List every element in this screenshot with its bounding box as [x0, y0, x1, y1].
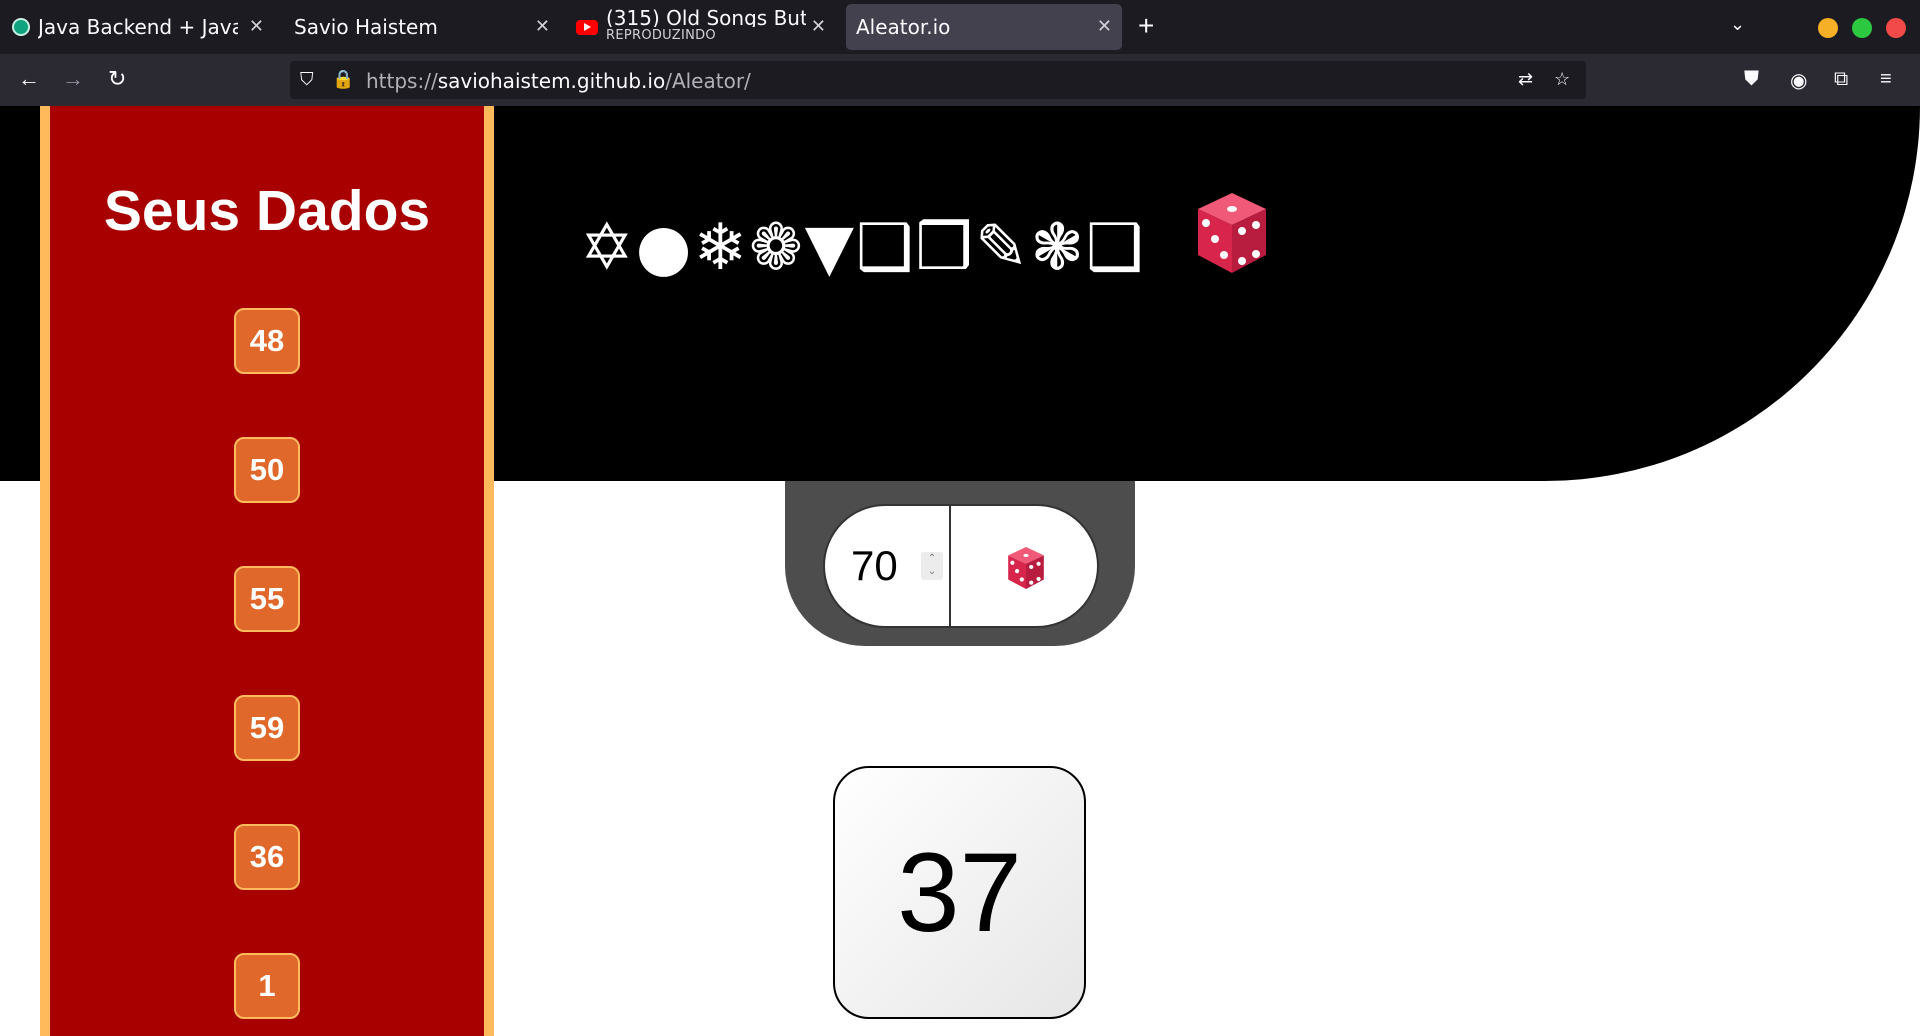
- page-content: ✡●❄❁▼❑❒✎❃❑ Seus Dados 48 50 55 59 36 1 ⌃…: [0, 106, 1920, 1036]
- dice-icon: [1197, 193, 1266, 273]
- account-icon[interactable]: ◉: [1790, 68, 1807, 93]
- close-tab-icon[interactable]: ✕: [249, 16, 264, 37]
- minimize-button[interactable]: [1818, 18, 1838, 38]
- tab-java-backend[interactable]: Java Backend + JavaSc ✕: [12, 4, 274, 50]
- lock-icon[interactable]: 🔒: [332, 69, 354, 90]
- close-tab-icon[interactable]: ✕: [811, 16, 826, 37]
- maximize-button[interactable]: [1852, 18, 1872, 38]
- site-logo: ✡●❄❁▼❑❒✎❃❑: [580, 191, 1268, 285]
- close-tab-icon[interactable]: ✕: [1097, 16, 1112, 37]
- navigation-bar: ← → ↻ ⛉ 🔒 https://saviohaistem.github.io…: [0, 54, 1920, 106]
- tab-aleator-active[interactable]: Aleator.io ✕: [846, 4, 1122, 50]
- tab-savio-haistem[interactable]: Savio Haistem ✕: [294, 4, 556, 50]
- tab-playing-label: REPRODUZINDO: [606, 28, 716, 43]
- logo-glyphs: ✡●❄❁▼❑❒✎❃❑: [580, 211, 1146, 285]
- tab-youtube[interactable]: (315) Old Songs But It's REPRODUZINDO ✕: [576, 4, 832, 50]
- shield-icon[interactable]: ⛉: [300, 69, 314, 90]
- current-result: 37: [833, 766, 1086, 1019]
- sidebar-title: Seus Dados: [103, 179, 431, 243]
- roll-dice-button[interactable]: [951, 506, 1097, 626]
- translate-icon[interactable]: ⇄: [1518, 69, 1533, 90]
- tab-bar: Java Backend + JavaSc ✕ Savio Haistem ✕ …: [0, 0, 1920, 54]
- chatgpt-icon: [12, 18, 30, 36]
- number-spinner[interactable]: ⌃ ⌄: [921, 552, 943, 580]
- tab-title: Savio Haistem: [294, 15, 438, 39]
- url-text[interactable]: https://saviohaistem.github.io/Aleator/: [366, 69, 751, 93]
- close-window-button[interactable]: [1886, 18, 1906, 38]
- youtube-icon: [576, 19, 598, 35]
- address-bar[interactable]: ⛉ 🔒 https://saviohaistem.github.io/Aleat…: [290, 61, 1586, 99]
- chevron-down-icon[interactable]: ⌄: [1730, 14, 1745, 35]
- result-badge: 55: [234, 566, 300, 632]
- extensions-icon[interactable]: ⧉: [1834, 68, 1848, 91]
- new-tab-icon[interactable]: +: [1138, 10, 1154, 42]
- forward-arrow-icon[interactable]: →: [62, 66, 84, 92]
- result-badge: 1: [234, 953, 300, 1019]
- result-badge: 50: [234, 437, 300, 503]
- dice-icon: [1008, 547, 1044, 589]
- tab-title: Aleator.io: [856, 15, 951, 39]
- tab-title: (315) Old Songs But It's: [606, 9, 806, 27]
- result-badge: 48: [234, 308, 300, 374]
- bookmark-star-icon[interactable]: ☆: [1554, 69, 1570, 90]
- back-arrow-icon[interactable]: ←: [18, 66, 40, 92]
- roll-control-panel: ⌃⌄: [785, 481, 1135, 646]
- close-tab-icon[interactable]: ✕: [535, 16, 550, 37]
- tab-title: Java Backend + JavaSc: [38, 15, 238, 39]
- result-badge: 59: [234, 695, 300, 761]
- roll-control: ⌃⌄: [823, 504, 1099, 628]
- result-badge: 36: [234, 824, 300, 890]
- reload-icon[interactable]: ↻: [108, 66, 126, 92]
- menu-icon[interactable]: ≡: [1880, 68, 1892, 91]
- results-sidebar: Seus Dados 48 50 55 59 36 1: [40, 106, 494, 1036]
- pocket-icon[interactable]: ⛊: [1744, 68, 1759, 91]
